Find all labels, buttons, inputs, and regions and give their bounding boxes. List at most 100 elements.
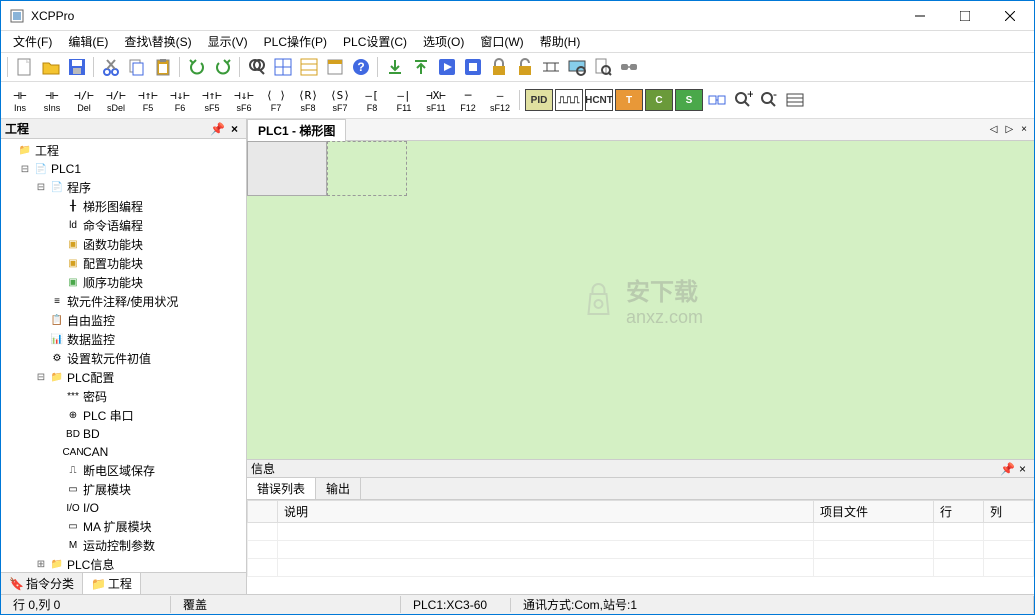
menu-item[interactable]: 查找\替换(S) bbox=[116, 31, 199, 52]
column-header[interactable]: 行 bbox=[934, 501, 984, 523]
tree-node[interactable]: CANCAN bbox=[3, 443, 244, 461]
tab-output[interactable]: 输出 bbox=[316, 478, 361, 499]
tree-node[interactable]: I/OI/O bbox=[3, 499, 244, 517]
badge-t-button[interactable]: T bbox=[615, 89, 643, 111]
tab-prev-icon[interactable]: ◁ bbox=[987, 124, 1001, 135]
tree-node[interactable]: BDBD bbox=[3, 425, 244, 443]
tab-next-icon[interactable]: ▷ bbox=[1002, 124, 1016, 135]
ladder-f8-button[interactable]: —[F8 bbox=[357, 84, 387, 116]
preview-button[interactable] bbox=[591, 55, 615, 79]
tool-extra-0[interactable] bbox=[705, 88, 729, 112]
ladder-sf12-button[interactable]: —sF12 bbox=[485, 84, 515, 116]
minimize-button[interactable] bbox=[897, 2, 942, 30]
column-header[interactable]: 项目文件 bbox=[814, 501, 934, 523]
find-button[interactable] bbox=[245, 55, 269, 79]
undo-button[interactable] bbox=[185, 55, 209, 79]
upload-button[interactable] bbox=[409, 55, 433, 79]
stop-button[interactable] bbox=[461, 55, 485, 79]
ladder-sf8-button[interactable]: ⟨R⟩sF8 bbox=[293, 84, 323, 116]
badge-hcnt-button[interactable]: HCNT bbox=[585, 89, 613, 111]
table-row[interactable] bbox=[248, 541, 1034, 559]
menu-item[interactable]: 选项(O) bbox=[415, 31, 472, 52]
menu-item[interactable]: 编辑(E) bbox=[60, 31, 116, 52]
tree-node[interactable]: ⊟📄程序 bbox=[3, 178, 244, 197]
tree-node[interactable]: ▣函数功能块 bbox=[3, 235, 244, 254]
ladder-tool-button[interactable] bbox=[539, 55, 563, 79]
ladder-f7-button[interactable]: ⟨ ⟩F7 bbox=[261, 84, 291, 116]
menu-item[interactable]: 显示(V) bbox=[200, 31, 256, 52]
menu-item[interactable]: PLC操作(P) bbox=[256, 31, 335, 52]
tree-node[interactable]: ⊕PLC 串口 bbox=[3, 406, 244, 425]
table-row[interactable] bbox=[248, 559, 1034, 577]
unlock-button[interactable] bbox=[513, 55, 537, 79]
ladder-ins-button[interactable]: ⊣⊢Ins bbox=[5, 84, 35, 116]
open-button[interactable] bbox=[39, 55, 63, 79]
sidebar-close-icon[interactable]: × bbox=[227, 122, 242, 136]
tree-node[interactable]: ▭MA 扩展模块 bbox=[3, 517, 244, 536]
connect-button[interactable] bbox=[617, 55, 641, 79]
cut-button[interactable] bbox=[99, 55, 123, 79]
tree-node[interactable]: 📊数据监控 bbox=[3, 330, 244, 349]
tab-project[interactable]: 📁 工程 bbox=[83, 573, 141, 594]
pin-icon[interactable]: 📌 bbox=[208, 122, 227, 136]
tab-close-icon[interactable]: × bbox=[1018, 124, 1030, 135]
ladder-f11-button[interactable]: —|F11 bbox=[389, 84, 419, 116]
block-button[interactable] bbox=[323, 55, 347, 79]
tree-node[interactable]: ⚙设置软元件初值 bbox=[3, 349, 244, 368]
monitor-button[interactable] bbox=[565, 55, 589, 79]
tab-instruction-category[interactable]: 🔖 指令分类 bbox=[1, 573, 83, 594]
ladder-del-button[interactable]: ⊣/⊢Del bbox=[69, 84, 99, 116]
tool-extra-2[interactable]: - bbox=[757, 88, 781, 112]
tree-node[interactable]: ⊞📁PLC信息 bbox=[3, 555, 244, 572]
ladder-sins-button[interactable]: ⊣⊢sIns bbox=[37, 84, 67, 116]
table-row[interactable] bbox=[248, 523, 1034, 541]
ladder-sf5-button[interactable]: ⊣↑⊢sF5 bbox=[197, 84, 227, 116]
info-pin-icon[interactable]: 📌 bbox=[1000, 462, 1015, 476]
ladder-sf6-button[interactable]: ⊣↓⊢sF6 bbox=[229, 84, 259, 116]
run-button[interactable] bbox=[435, 55, 459, 79]
tree-node[interactable]: ▣顺序功能块 bbox=[3, 273, 244, 292]
badge-⎍⎍⎍-button[interactable]: ⎍⎍⎍ bbox=[555, 89, 583, 111]
doc-tab-plc1[interactable]: PLC1 - 梯形图 bbox=[247, 119, 346, 141]
tree-node[interactable]: ***密码 bbox=[3, 387, 244, 406]
badge-c-button[interactable]: C bbox=[645, 89, 673, 111]
tree-node[interactable]: M运动控制参数 bbox=[3, 536, 244, 555]
column-header[interactable]: 说明 bbox=[278, 501, 814, 523]
tree-node[interactable]: ⊟📄PLC1 bbox=[3, 160, 244, 178]
menu-item[interactable]: 文件(F) bbox=[5, 31, 60, 52]
download-button[interactable] bbox=[383, 55, 407, 79]
tree-node[interactable]: ld命令语编程 bbox=[3, 216, 244, 235]
tree-node[interactable]: 📋自由监控 bbox=[3, 311, 244, 330]
ladder-f5-button[interactable]: ⊣↑⊢F5 bbox=[133, 84, 163, 116]
ladder-f6-button[interactable]: ⊣↓⊢F6 bbox=[165, 84, 195, 116]
tree-node[interactable]: ≡软元件注释/使用状况 bbox=[3, 292, 244, 311]
ladder-sf11-button[interactable]: ⊣X⊢sF11 bbox=[421, 84, 451, 116]
column-header[interactable]: 列 bbox=[984, 501, 1034, 523]
help-button[interactable]: ? bbox=[349, 55, 373, 79]
copy-button[interactable] bbox=[125, 55, 149, 79]
tree-node[interactable]: ⊟📁PLC配置 bbox=[3, 368, 244, 387]
menu-item[interactable]: 窗口(W) bbox=[472, 31, 531, 52]
tree-node[interactable]: 📁工程 bbox=[3, 141, 244, 160]
tree-node[interactable]: ⎍断电区域保存 bbox=[3, 461, 244, 480]
menu-item[interactable]: PLC设置(C) bbox=[335, 31, 415, 52]
tree-node[interactable]: ╂梯形图编程 bbox=[3, 197, 244, 216]
new-button[interactable] bbox=[13, 55, 37, 79]
ladder-sf7-button[interactable]: ⟨S⟩sF7 bbox=[325, 84, 355, 116]
column-header[interactable] bbox=[248, 501, 278, 523]
ladder-f12-button[interactable]: ─F12 bbox=[453, 84, 483, 116]
tab-error-list[interactable]: 错误列表 bbox=[247, 478, 316, 499]
tree-node[interactable]: ▣配置功能块 bbox=[3, 254, 244, 273]
tree-node[interactable]: ▭扩展模块 bbox=[3, 480, 244, 499]
ladder-button[interactable] bbox=[297, 55, 321, 79]
info-close-icon[interactable]: × bbox=[1015, 462, 1030, 476]
ladder-cell[interactable] bbox=[327, 141, 407, 196]
menu-item[interactable]: 帮助(H) bbox=[532, 31, 589, 52]
maximize-button[interactable] bbox=[942, 2, 987, 30]
ladder-editor-canvas[interactable]: 安下载 anxz.com bbox=[247, 141, 1034, 459]
paste-button[interactable] bbox=[151, 55, 175, 79]
badge-pid-button[interactable]: PID bbox=[525, 89, 553, 111]
tool-extra-3[interactable] bbox=[783, 88, 807, 112]
badge-s-button[interactable]: S bbox=[675, 89, 703, 111]
save-button[interactable] bbox=[65, 55, 89, 79]
